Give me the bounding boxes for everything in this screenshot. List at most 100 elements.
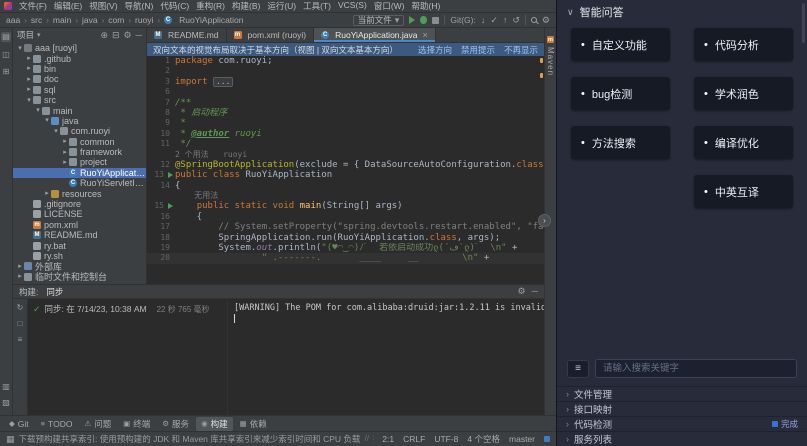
toolwindow-button-终端[interactable]: ▣终端 xyxy=(118,417,155,431)
project-tree-item[interactable]: ▸sql xyxy=(13,85,146,95)
run-gutter-icon[interactable] xyxy=(168,172,173,178)
commit-toolwindow-icon[interactable]: ◫ xyxy=(2,51,10,59)
menu-item[interactable]: 导航(N) xyxy=(125,0,154,12)
statusbar-link[interactable]: 始终下载 xyxy=(373,433,374,445)
assistant-section[interactable]: ›代码检测完成 xyxy=(557,416,807,431)
hide-panel-icon[interactable]: ─ xyxy=(136,31,142,40)
assistant-button[interactable]: •自定义功能 xyxy=(571,28,670,61)
git-push-icon[interactable]: ↑ xyxy=(503,16,508,25)
git-rollback-icon[interactable]: ↺ xyxy=(512,16,520,25)
build-console[interactable]: [WARNING] The POM for com.alibaba:druid:… xyxy=(228,299,544,415)
project-tree-item[interactable]: ▸.github xyxy=(13,53,146,63)
problems-toolwindow-icon[interactable]: ▨ xyxy=(2,399,10,407)
menu-item[interactable]: 运行(U) xyxy=(267,0,296,12)
build-tab-sync[interactable]: 同步 xyxy=(46,286,63,298)
warning-mark-icon[interactable] xyxy=(540,58,543,63)
sync-result-row[interactable]: ✓ 同步: 在 7/14/23, 10:38 AM 22 秒 765 毫秒 xyxy=(33,303,222,315)
assistant-button[interactable]: •编译优化 xyxy=(694,126,793,159)
editor-tab[interactable]: MREADME.md xyxy=(147,28,227,42)
project-toolwindow-icon[interactable]: ▤ xyxy=(1,32,11,42)
statusbar-widget[interactable]: UTF-8 xyxy=(434,434,458,444)
banner-link[interactable]: 选择方向 xyxy=(418,44,452,56)
breadcrumb-item[interactable]: main xyxy=(53,15,71,25)
git-update-icon[interactable]: ↓ xyxy=(481,16,486,25)
project-tree-item[interactable]: ▸framework xyxy=(13,147,146,157)
project-tree-item[interactable]: LICENSE xyxy=(13,209,146,219)
project-tree-item[interactable]: ▾java xyxy=(13,116,146,126)
project-tree-item[interactable]: CRuoYiServletInitial... xyxy=(13,178,146,188)
minimize-icon[interactable]: ─ xyxy=(532,287,538,296)
scrollbar-thumb[interactable] xyxy=(802,3,805,43)
assistant-button[interactable]: •方法搜索 xyxy=(571,126,670,159)
menu-item[interactable]: 构建(B) xyxy=(232,0,260,12)
project-tree-item[interactable]: ry.bat xyxy=(13,240,146,250)
favorites-toolwindow-icon[interactable]: ▥ xyxy=(2,383,10,391)
toolwindow-button-依赖[interactable]: ▦依赖 xyxy=(235,417,272,431)
git-commit-icon[interactable]: ✓ xyxy=(490,16,498,25)
assistant-section[interactable]: ›服务列表 xyxy=(557,431,807,446)
menu-item[interactable]: 代码(C) xyxy=(160,0,189,12)
project-tree-item[interactable]: MREADME.md xyxy=(13,230,146,240)
project-tree-item[interactable]: ▸临时文件和控制台 xyxy=(13,272,146,282)
toolwindow-button-服务[interactable]: ⚙服务 xyxy=(157,417,194,431)
menu-hamburger-icon[interactable]: ≡ xyxy=(567,360,589,378)
settings-gear-icon[interactable]: ⚙ xyxy=(542,16,550,25)
project-tree-item[interactable]: ▾src xyxy=(13,95,146,105)
project-tree-item[interactable]: mpom.xml xyxy=(13,220,146,230)
maven-toolwindow-tab[interactable]: Maven xyxy=(546,47,555,76)
menu-item[interactable]: 编辑(E) xyxy=(54,0,82,12)
debug-button[interactable] xyxy=(420,16,427,24)
project-tree-item[interactable]: CRuoYiApplication xyxy=(13,168,146,178)
toolwindow-button-Git[interactable]: ◆Git xyxy=(4,418,34,430)
assistant-section[interactable]: ›接口映射 xyxy=(557,401,807,416)
menu-item[interactable]: 窗口(W) xyxy=(374,0,405,12)
breadcrumb-item[interactable]: src xyxy=(31,15,42,25)
project-tree-item[interactable]: ▸project xyxy=(13,157,146,167)
toolwindow-button-问题[interactable]: ⚠问题 xyxy=(79,417,116,431)
assistant-section[interactable]: ›文件管理 xyxy=(557,386,807,401)
warning-mark-icon[interactable] xyxy=(540,73,543,78)
code-editor[interactable]: 1package com.ruoyi;23import ...67/**8 * … xyxy=(147,56,544,284)
run-config-select[interactable]: 当前文件 ▾ xyxy=(353,15,405,26)
banner-link[interactable]: 禁用提示 xyxy=(461,44,495,56)
breadcrumb-item[interactable]: com xyxy=(108,15,124,25)
editor-tab[interactable]: CRuoYiApplication.java× xyxy=(314,28,436,42)
menu-item[interactable]: 重构(R) xyxy=(196,0,225,12)
project-tree-item[interactable]: .gitignore xyxy=(13,199,146,209)
breadcrumb-item[interactable]: java xyxy=(82,15,98,25)
build-settings-gear-icon[interactable]: ⚙ xyxy=(518,287,526,296)
close-icon[interactable]: × xyxy=(422,30,427,40)
run-button[interactable] xyxy=(409,16,415,24)
project-tree-item[interactable]: ry.sh xyxy=(13,251,146,261)
menu-item[interactable]: VCS(S) xyxy=(338,0,367,12)
statusbar-widget[interactable]: master xyxy=(509,434,535,444)
search-input[interactable] xyxy=(595,359,797,378)
project-tree-item[interactable]: ▸doc xyxy=(13,74,146,84)
stop-sync-icon[interactable]: □ xyxy=(18,319,23,328)
notification-icon[interactable] xyxy=(544,436,550,442)
menu-item[interactable]: 视图(V) xyxy=(89,0,117,12)
project-tree-item[interactable]: ▸bin xyxy=(13,64,146,74)
assistant-button[interactable]: •代码分析 xyxy=(694,28,793,61)
menu-item[interactable]: 工具(T) xyxy=(303,0,331,12)
banner-link[interactable]: 不再显示 xyxy=(504,44,538,56)
project-tree-item[interactable]: ▾com.ruoyi xyxy=(13,126,146,136)
expand-stripe-button[interactable]: › xyxy=(538,214,551,227)
project-tree-item[interactable]: ▸resources xyxy=(13,188,146,198)
project-settings-gear-icon[interactable]: ⚙ xyxy=(124,31,132,40)
select-opened-file-icon[interactable]: ⊕ xyxy=(100,31,108,40)
toolwindow-button-TODO[interactable]: ≡TODO xyxy=(36,418,78,430)
run-gutter-icon[interactable] xyxy=(168,203,173,209)
breadcrumb-item[interactable]: ruoyi xyxy=(135,15,153,25)
statusbar-widget[interactable]: CRLF xyxy=(403,434,425,444)
project-tree-item[interactable]: ▾aaa [ruoyi] xyxy=(13,43,146,53)
project-tree-item[interactable]: ▸common xyxy=(13,137,146,147)
toolwindow-button-构建[interactable]: ◉构建 xyxy=(196,417,233,431)
menu-item[interactable]: 文件(F) xyxy=(19,0,47,12)
assistant-button[interactable]: •学术润色 xyxy=(694,77,793,110)
assistant-header[interactable]: ∨ 智能问答 xyxy=(557,0,807,24)
search-icon[interactable] xyxy=(531,17,537,23)
structure-toolwindow-icon[interactable]: ⊞ xyxy=(3,68,10,76)
stop-button[interactable] xyxy=(432,17,439,24)
collapse-all-icon[interactable]: ⊟ xyxy=(112,31,120,40)
